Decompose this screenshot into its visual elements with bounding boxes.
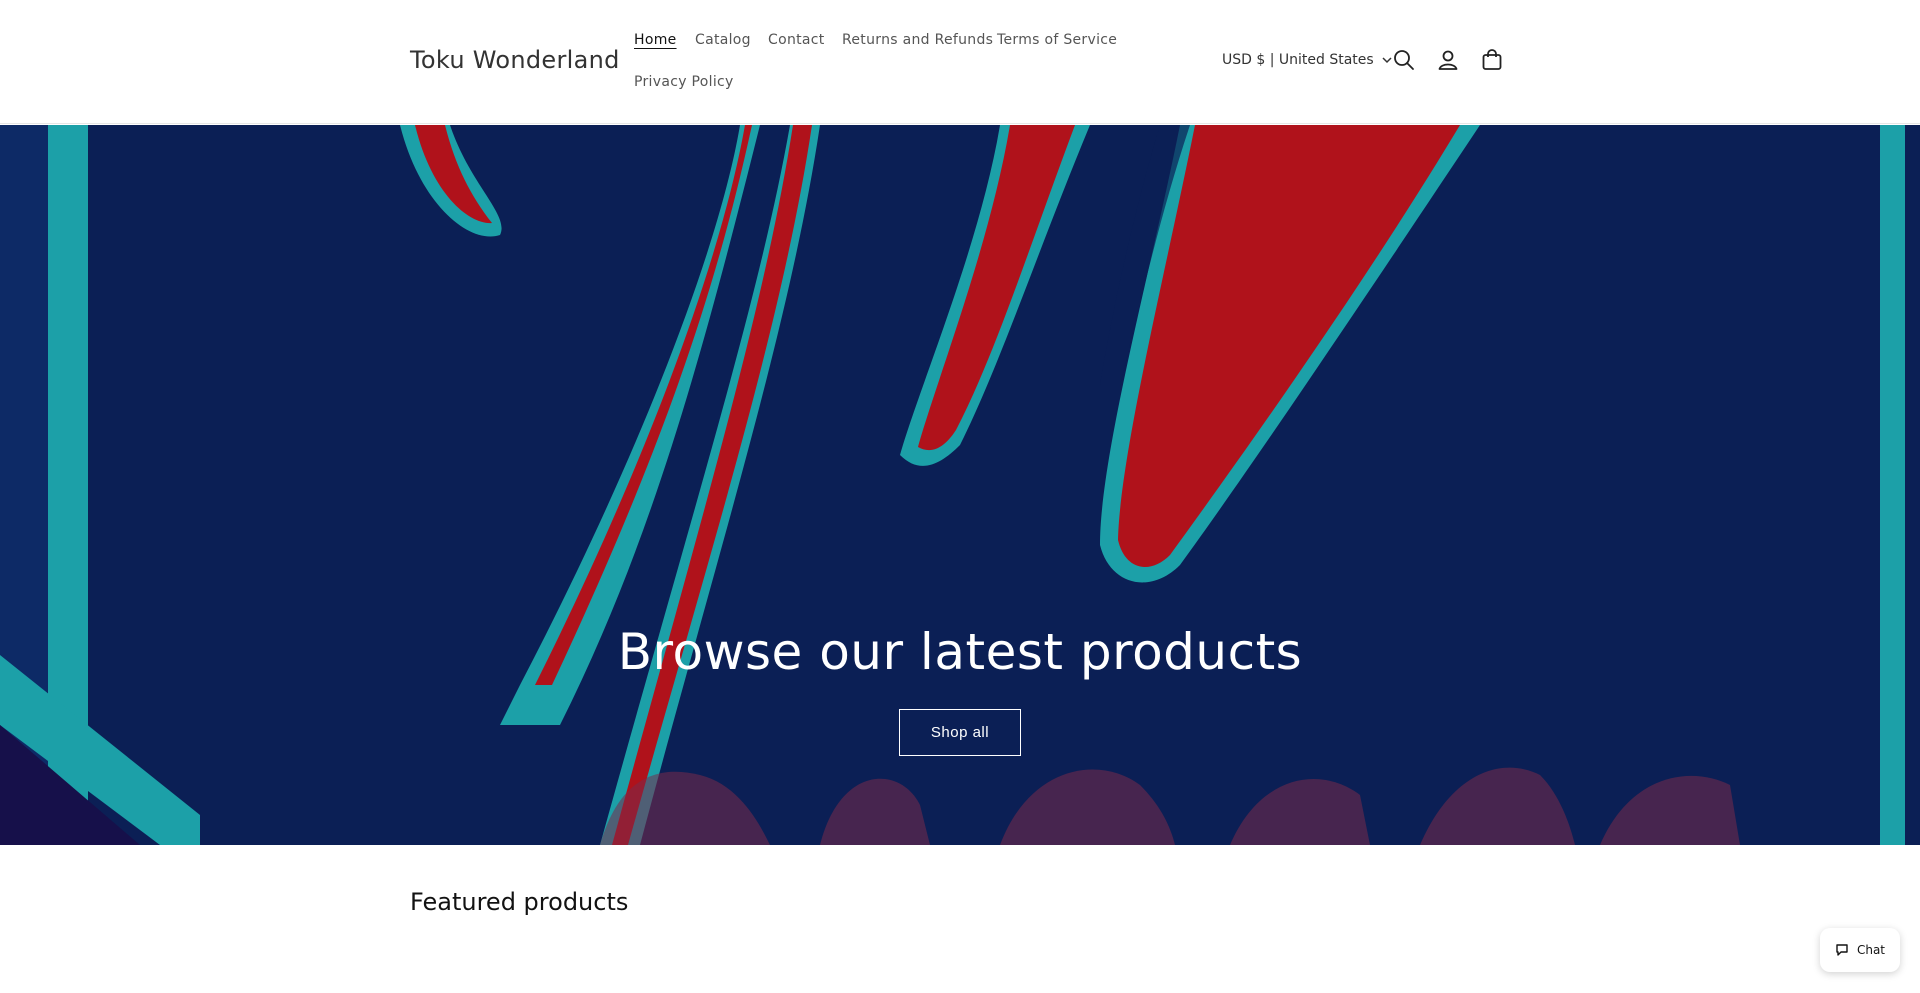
nav-item-returns[interactable]: Returns and Refunds (842, 32, 993, 48)
search-icon[interactable] (1391, 47, 1417, 73)
shop-all-button[interactable]: Shop all (899, 709, 1021, 756)
nav-item-terms[interactable]: Terms of Service (997, 32, 1117, 48)
currency-selector[interactable]: USD $ | United States (1222, 52, 1392, 68)
hero-banner: Browse our latest products Shop all (0, 125, 1920, 845)
store-logo[interactable]: Toku Wonderland (410, 46, 620, 74)
chat-button[interactable]: Chat (1820, 928, 1900, 972)
chat-bubble-icon (1836, 944, 1848, 956)
nav-item-catalog[interactable]: Catalog (695, 32, 751, 48)
account-icon[interactable] (1435, 47, 1461, 73)
chat-label: Chat (1856, 943, 1886, 957)
featured-products-heading: Featured products (410, 888, 629, 916)
nav-item-home[interactable]: Home (634, 32, 677, 48)
nav-item-privacy[interactable]: Privacy Policy (634, 74, 734, 90)
hero-title: Browse our latest products (617, 623, 1303, 681)
nav-item-contact[interactable]: Contact (768, 32, 825, 48)
currency-label: USD $ | United States (1222, 52, 1374, 68)
cart-icon[interactable] (1479, 47, 1505, 73)
site-header: Toku Wonderland Home Catalog Contact Ret… (0, 0, 1920, 124)
